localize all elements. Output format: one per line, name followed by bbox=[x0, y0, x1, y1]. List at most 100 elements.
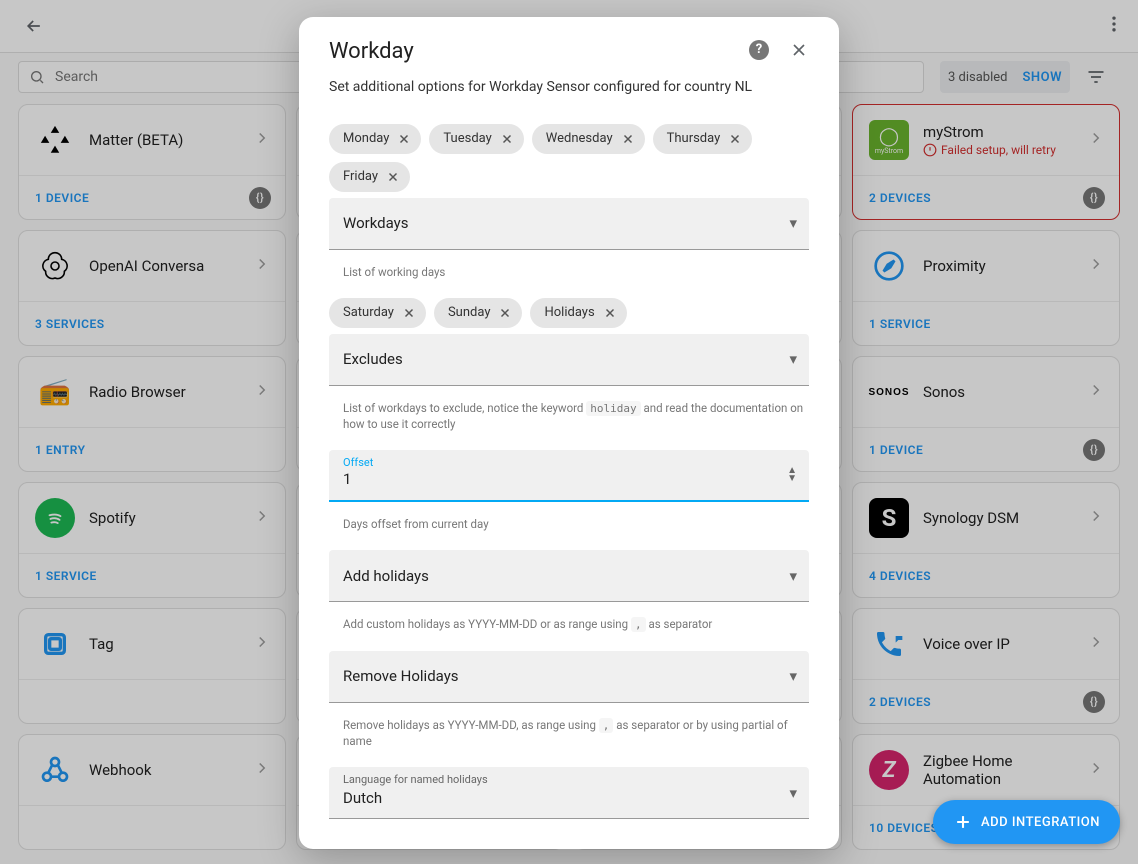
chip-holidays[interactable]: Holidays bbox=[530, 298, 626, 328]
language-select[interactable]: Language for named holidays Dutch ▾ bbox=[329, 767, 809, 819]
chip-sunday[interactable]: Sunday bbox=[434, 298, 523, 328]
help-icon[interactable]: ? bbox=[749, 40, 769, 60]
chevron-right-icon bbox=[253, 381, 271, 403]
card-error: Failed setup, will retry bbox=[923, 143, 1056, 157]
chip-remove-icon[interactable] bbox=[619, 130, 637, 148]
chip-remove-icon[interactable] bbox=[498, 130, 516, 148]
offset-value[interactable] bbox=[343, 470, 769, 488]
integration-card-voip[interactable]: Voice over IP 2 DEVICES {} bbox=[852, 608, 1120, 724]
dialog-description: Set additional options for Workday Senso… bbox=[329, 78, 809, 98]
search-placeholder: Search bbox=[55, 69, 98, 85]
chevron-right-icon bbox=[1087, 633, 1105, 655]
braces-icon[interactable]: {} bbox=[1083, 439, 1105, 461]
disabled-count: 3 disabled bbox=[948, 70, 1008, 85]
spotify-icon bbox=[35, 498, 75, 538]
excludes-select[interactable]: Excludes ▾ bbox=[329, 334, 809, 386]
chip-monday[interactable]: Monday bbox=[329, 124, 421, 154]
chevron-right-icon bbox=[253, 759, 271, 781]
remove-holidays-select[interactable]: Remove Holidays ▾ bbox=[329, 651, 809, 703]
integration-card-proximity[interactable]: Proximity 1 SERVICE bbox=[852, 230, 1120, 346]
disabled-filter-chip[interactable]: 3 disabled SHOW bbox=[940, 61, 1070, 93]
matter-icon bbox=[35, 120, 75, 160]
integration-card-webhook[interactable]: Webhook bbox=[18, 734, 286, 850]
integration-card-radio[interactable]: 📻 Radio Browser 1 ENTRY bbox=[18, 356, 286, 472]
card-foot-label: 2 DEVICES bbox=[869, 695, 931, 709]
add-holidays-select[interactable]: Add holidays ▾ bbox=[329, 550, 809, 602]
card-title: Spotify bbox=[89, 509, 136, 527]
zigbee-icon: Z bbox=[869, 750, 909, 790]
card-foot-label: 1 SERVICE bbox=[869, 317, 931, 331]
offset-label: Offset bbox=[343, 456, 769, 469]
chip-remove-icon[interactable] bbox=[395, 130, 413, 148]
dropdown-icon: ▾ bbox=[789, 567, 797, 585]
chip-remove-icon[interactable] bbox=[496, 304, 514, 322]
chip-remove-icon[interactable] bbox=[726, 130, 744, 148]
back-button[interactable] bbox=[22, 14, 46, 38]
dropdown-icon: ▾ bbox=[789, 667, 797, 685]
integration-card-synology[interactable]: S Synology DSM 4 DEVICES bbox=[852, 482, 1120, 598]
card-title: Proximity bbox=[923, 257, 986, 275]
card-title: Synology DSM bbox=[923, 509, 1019, 527]
excludes-field-label: Excludes bbox=[343, 350, 403, 368]
voice-icon bbox=[869, 624, 909, 664]
chevron-right-icon bbox=[253, 633, 271, 655]
card-title: myStrom bbox=[923, 123, 1056, 141]
braces-icon[interactable]: {} bbox=[1083, 187, 1105, 209]
workday-dialog: Workday ? Set additional options for Wor… bbox=[299, 17, 839, 849]
card-foot-label: 2 DEVICES bbox=[869, 191, 931, 205]
workdays-helper: List of working days bbox=[343, 264, 809, 280]
integration-card-mystrom[interactable]: ◯myStrom myStrom Failed setup, will retr… bbox=[852, 104, 1120, 220]
integration-card-openai[interactable]: OpenAI Conversa 3 SERVICES bbox=[18, 230, 286, 346]
integration-card-matter[interactable]: Matter (BETA) 1 DEVICE {} bbox=[18, 104, 286, 220]
excludes-chips: Saturday SundayHolidays bbox=[329, 298, 809, 328]
chip-tuesday[interactable]: Tuesday bbox=[429, 124, 523, 154]
chip-saturday[interactable]: Saturday bbox=[329, 298, 426, 328]
integration-card-sonos[interactable]: SONOS Sonos 1 DEVICE{} bbox=[852, 356, 1120, 472]
card-title: Sonos bbox=[923, 383, 965, 401]
tag-icon bbox=[35, 624, 75, 664]
language-value: Dutch bbox=[343, 789, 382, 807]
close-icon[interactable] bbox=[789, 40, 809, 64]
dropdown-icon: ▾ bbox=[789, 784, 797, 802]
card-foot-label: 1 DEVICE bbox=[869, 443, 923, 457]
card-title: Zigbee Home Automation bbox=[923, 752, 1069, 788]
dialog-title: Workday bbox=[329, 39, 414, 64]
chip-remove-icon[interactable] bbox=[384, 168, 402, 186]
card-foot-label: 3 SERVICES bbox=[35, 317, 105, 331]
integration-card-spotify[interactable]: Spotify 1 SERVICE bbox=[18, 482, 286, 598]
workdays-field-label: Workdays bbox=[343, 214, 409, 232]
add-holidays-label: Add holidays bbox=[343, 567, 429, 585]
add-integration-button[interactable]: ADD INTEGRATION bbox=[933, 800, 1120, 844]
card-foot-label: 4 DEVICES bbox=[869, 569, 931, 583]
card-foot-label: 1 SERVICE bbox=[35, 569, 97, 583]
workdays-select[interactable]: Workdays ▾ bbox=[329, 198, 809, 250]
chevron-right-icon bbox=[253, 507, 271, 529]
chip-wednesday[interactable]: Wednesday bbox=[532, 124, 645, 154]
spinner-icon[interactable]: ▲▼ bbox=[787, 467, 797, 483]
card-foot-label: 1 DEVICE bbox=[35, 191, 89, 205]
card-title: Voice over IP bbox=[923, 635, 1010, 653]
card-foot-label: 10 DEVICES bbox=[869, 821, 938, 835]
add-holidays-helper: Add custom holidays as YYYY-MM-DD or as … bbox=[343, 616, 809, 632]
fab-label: ADD INTEGRATION bbox=[981, 815, 1100, 830]
chevron-right-icon bbox=[1087, 381, 1105, 403]
offset-helper: Days offset from current day bbox=[343, 516, 809, 532]
overflow-menu-button[interactable] bbox=[1104, 14, 1124, 38]
chip-remove-icon[interactable] bbox=[601, 304, 619, 322]
chevron-right-icon bbox=[1087, 507, 1105, 529]
card-title: Matter (BETA) bbox=[89, 131, 183, 149]
offset-input[interactable]: Offset ▲▼ bbox=[329, 450, 809, 502]
integration-card-tag[interactable]: Tag bbox=[18, 608, 286, 724]
show-button[interactable]: SHOW bbox=[1022, 70, 1062, 85]
chip-thursday[interactable]: Thursday bbox=[653, 124, 753, 154]
braces-icon[interactable]: {} bbox=[1083, 691, 1105, 713]
card-foot-label: 1 ENTRY bbox=[35, 443, 86, 457]
braces-icon[interactable]: {} bbox=[249, 187, 271, 209]
remove-holidays-helper: Remove holidays as YYYY-MM-DD, as range … bbox=[343, 717, 809, 749]
chevron-right-icon bbox=[1087, 129, 1105, 151]
chevron-right-icon bbox=[253, 255, 271, 277]
chip-remove-icon[interactable] bbox=[400, 304, 418, 322]
chip-friday[interactable]: Friday bbox=[329, 162, 410, 192]
filter-icon[interactable] bbox=[1086, 67, 1106, 91]
dropdown-icon: ▾ bbox=[789, 214, 797, 232]
